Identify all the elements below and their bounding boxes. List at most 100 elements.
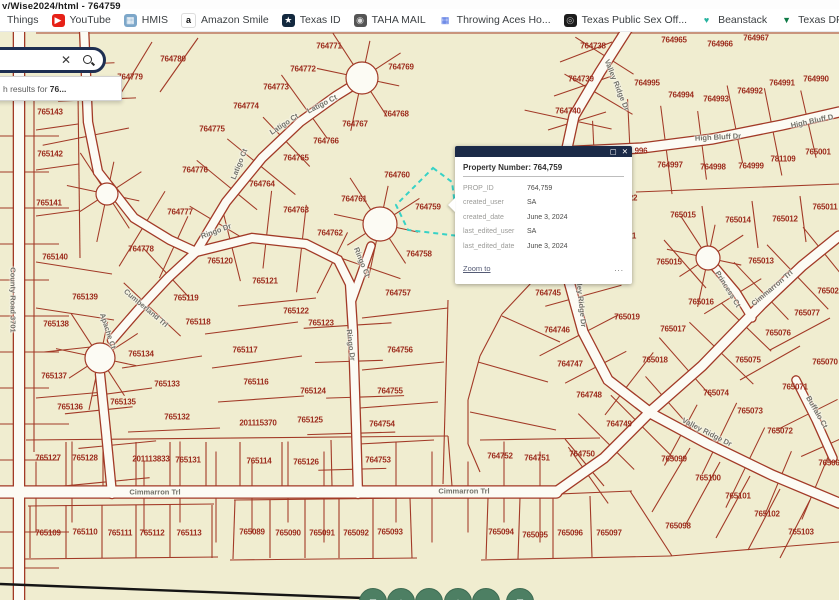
parcel-label[interactable]: 764755: [377, 387, 403, 396]
parcel-label[interactable]: 765143: [37, 108, 63, 117]
parcel-label[interactable]: 765101: [725, 492, 751, 501]
parcel-label[interactable]: 765133: [154, 380, 180, 389]
parcel-label[interactable]: 764761: [341, 195, 367, 204]
parcel-label[interactable]: 765014: [725, 216, 751, 225]
parcel-label[interactable]: 764745: [535, 289, 561, 298]
parcel-label[interactable]: 765139: [72, 293, 98, 302]
parcel-label[interactable]: 765114: [246, 457, 271, 466]
parcel-label[interactable]: 764966: [707, 40, 733, 49]
parcel-label[interactable]: 764762: [317, 229, 343, 238]
parcel-label[interactable]: 765091: [309, 529, 335, 538]
parcel-label[interactable]: 765074: [703, 389, 729, 398]
parcel-label[interactable]: 764764: [249, 180, 275, 189]
parcel-label[interactable]: 765094: [488, 528, 514, 537]
parcel-label[interactable]: 765011: [812, 203, 837, 212]
parcel-label[interactable]: 764746: [544, 326, 570, 335]
parcel-label[interactable]: 765137: [41, 372, 67, 381]
parcel-label[interactable]: 765095: [522, 531, 548, 540]
popup-more-options[interactable]: ...: [614, 264, 624, 273]
map-canvas[interactable]: 7651437651427651417651407651397651387651…: [0, 32, 839, 600]
parcel-label[interactable]: 764763: [283, 206, 309, 215]
parcel-label[interactable]: 765110: [72, 528, 97, 537]
parcel-label[interactable]: 765019: [614, 313, 640, 322]
parcel-label[interactable]: 765116: [243, 378, 268, 387]
search-icon[interactable]: [83, 55, 93, 65]
parcel-label[interactable]: 765017: [660, 325, 686, 334]
parcel-label[interactable]: 764756: [387, 346, 413, 355]
parcel-label[interactable]: 764753: [365, 456, 391, 465]
parcel-label[interactable]: 764747: [557, 360, 583, 369]
parcel-label[interactable]: 764751: [524, 454, 550, 463]
parcel-label[interactable]: 764758: [406, 250, 432, 259]
parcel-label[interactable]: 765135: [110, 398, 136, 407]
parcel-label[interactable]: 764967: [743, 34, 769, 43]
parcel-label[interactable]: 765125: [297, 416, 323, 425]
parcel-label[interactable]: 764754: [369, 420, 395, 429]
bookmark-beanstack[interactable]: ♥Beanstack: [700, 14, 767, 27]
parcel-label[interactable]: 765012: [772, 215, 798, 224]
parcel-label-partial[interactable]: 996: [635, 147, 648, 156]
parcel-label[interactable]: 764765: [283, 154, 309, 163]
parcel-label[interactable]: 764750: [569, 450, 595, 459]
zoom-to-link[interactable]: Zoom to: [463, 264, 491, 273]
parcel-label[interactable]: 765141: [36, 199, 62, 208]
parcel-label[interactable]: 765121: [252, 277, 278, 286]
parcel-label[interactable]: 765131: [175, 456, 201, 465]
parcel-label[interactable]: 764993: [703, 95, 729, 104]
parcel-label[interactable]: 765140: [42, 253, 68, 262]
bookmark-hmis[interactable]: ▦HMIS: [124, 14, 168, 27]
parcel-label[interactable]: 765018: [642, 356, 668, 365]
parcel-label[interactable]: 765089: [239, 528, 265, 537]
parcel-label[interactable]: 765128: [72, 454, 98, 463]
parcel-label[interactable]: 765111: [108, 529, 133, 538]
parcel-label[interactable]: 764769: [388, 63, 414, 72]
parcel-label[interactable]: 765117: [232, 346, 257, 355]
parcel-label[interactable]: 765092: [343, 529, 369, 538]
bookmark-things[interactable]: Things: [2, 14, 39, 26]
bookmark-taha-mail[interactable]: ◉TAHA MAIL: [354, 14, 426, 27]
parcel-label-partial[interactable]: 1: [632, 232, 636, 241]
bookmark-texas-dps-schedul[interactable]: ▼Texas DPS - Schedul...: [780, 14, 839, 27]
parcel-label[interactable]: 765127: [35, 454, 61, 463]
parcel-label[interactable]: 765077: [794, 309, 820, 318]
parcel-label-selected[interactable]: 764759: [415, 203, 441, 212]
parcel-label[interactable]: 764997: [657, 161, 683, 170]
search-suggestion[interactable]: h results for 76...: [0, 76, 122, 101]
bookmark-amazon-smile[interactable]: aAmazon Smile: [181, 13, 269, 28]
parcel-label[interactable]: 764760: [384, 171, 410, 180]
parcel-label[interactable]: 765100: [695, 474, 721, 483]
parcel-label[interactable]: 781109: [770, 155, 795, 164]
parcel-label[interactable]: 765132: [164, 413, 190, 422]
parcel-label[interactable]: 764739: [568, 75, 594, 84]
parcel-label-partial[interactable]: 76506: [818, 459, 839, 468]
parcel-label[interactable]: 765072: [767, 427, 793, 436]
parcel-label[interactable]: 765076: [765, 329, 791, 338]
parcel-label[interactable]: 765097: [596, 529, 622, 538]
parcel-label[interactable]: 765118: [185, 318, 210, 327]
parcel-label[interactable]: 765103: [788, 528, 814, 537]
parcel-label[interactable]: 764992: [737, 87, 763, 96]
parcel-label[interactable]: 765075: [735, 356, 761, 365]
parcel-label[interactable]: 765099: [661, 455, 687, 464]
parcel-label[interactable]: 765138: [43, 320, 69, 329]
parcel-label[interactable]: 765124: [300, 387, 326, 396]
parcel-label[interactable]: 764775: [199, 125, 225, 134]
parcel-label[interactable]: 764748: [576, 391, 602, 400]
parcel-label[interactable]: 765001: [805, 148, 831, 157]
parcel-label[interactable]: 765123: [308, 319, 334, 328]
popup-restore-icon[interactable]: ▢: [610, 148, 617, 156]
parcel-label[interactable]: 765015: [670, 211, 696, 220]
parcel-label[interactable]: 764995: [634, 79, 660, 88]
parcel-label[interactable]: 764768: [383, 110, 409, 119]
parcel-label[interactable]: 764991: [769, 79, 795, 88]
parcel-label[interactable]: 765126: [293, 458, 319, 467]
parcel-label[interactable]: 765071: [782, 383, 808, 392]
parcel-label-partial[interactable]: 76502: [817, 287, 838, 296]
parcel-label[interactable]: 764998: [700, 163, 726, 172]
parcel-label[interactable]: 764766: [313, 137, 339, 146]
bookmark-youtube[interactable]: ▶YouTube: [52, 14, 111, 27]
bookmark-throwing-aces-ho[interactable]: ▦Throwing Aces Ho...: [439, 14, 551, 27]
parcel-label[interactable]: 764778: [128, 245, 154, 254]
parcel-label[interactable]: 764749: [606, 420, 632, 429]
popup-close-icon[interactable]: ✕: [622, 148, 628, 156]
